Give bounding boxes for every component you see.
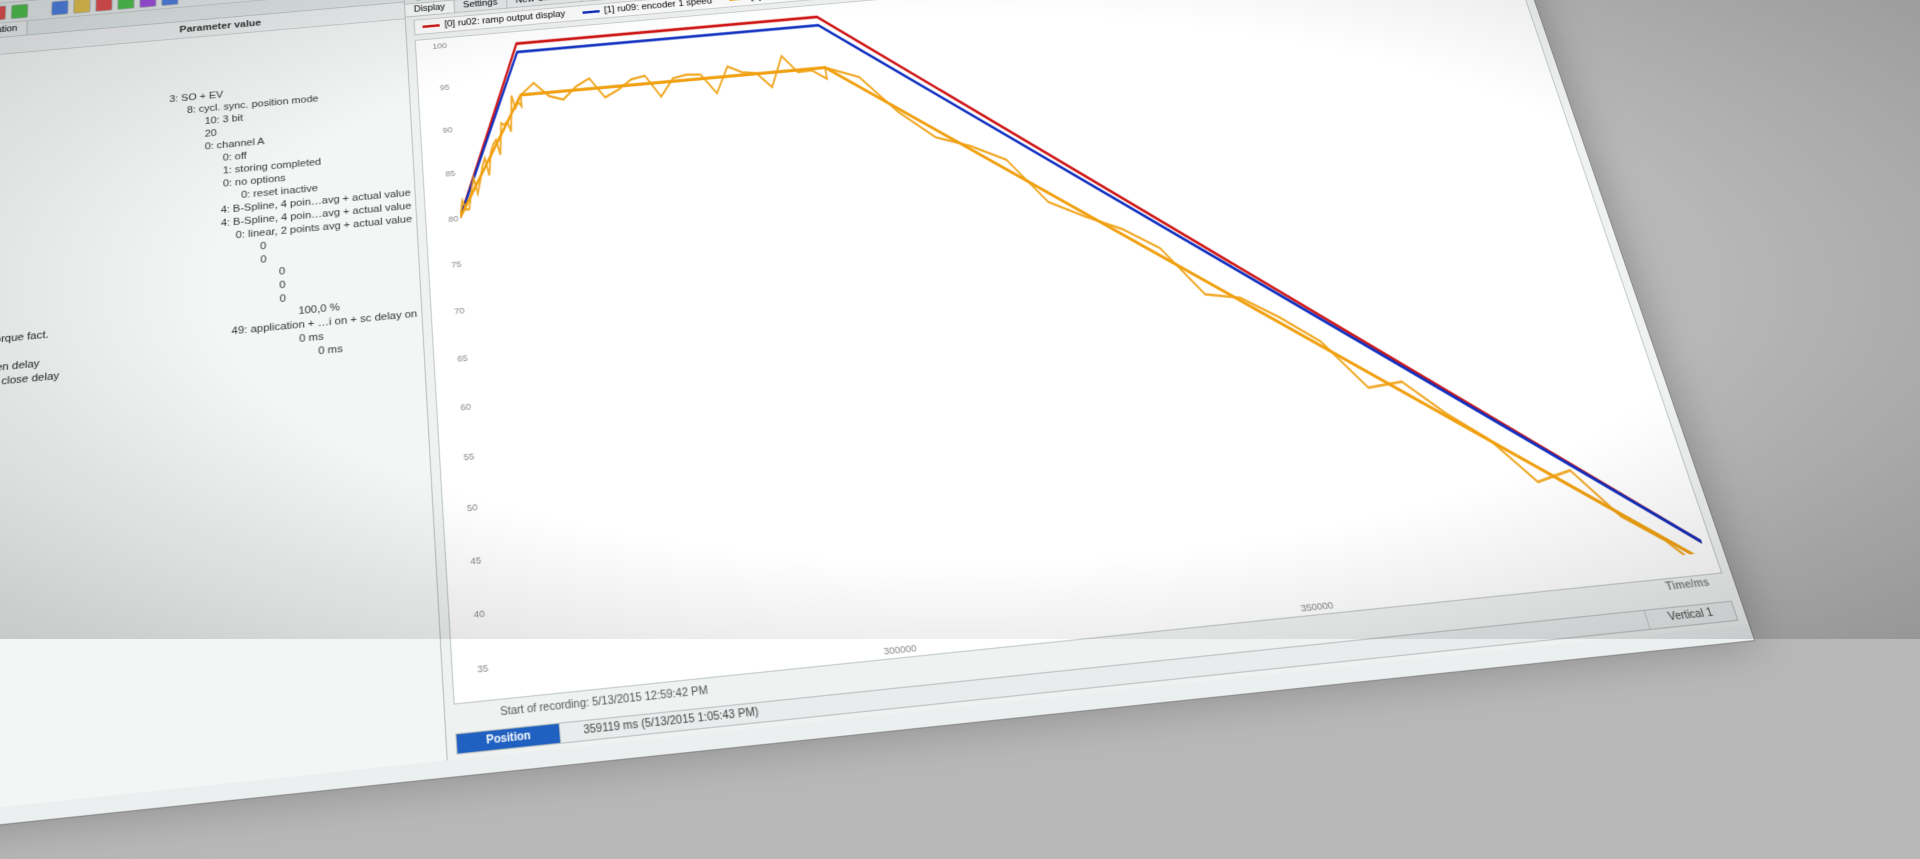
tree-value: 0 — [279, 293, 286, 306]
chart-area[interactable]: 10095908580757065605550454035 3000003500… — [415, 0, 1723, 705]
position-label[interactable]: Position — [456, 724, 560, 754]
tree-value: 0 — [260, 254, 266, 266]
legend-swatch — [729, 0, 746, 1]
chart-lines — [449, 0, 1706, 678]
legend-swatch — [582, 10, 599, 14]
legend-label: [1] ru09: encoder 1 speed — [604, 0, 713, 15]
x-label: Time/ms — [1665, 577, 1712, 593]
left-panel: Documents Online Wizards Information Par… — [0, 0, 448, 841]
toolbar-button[interactable] — [139, 0, 156, 8]
toolbar-button[interactable] — [161, 0, 178, 6]
legend-swatch — [422, 24, 439, 28]
parameter-tree[interactable]: Parameter…city mode…drive specif. contro… — [0, 19, 424, 421]
tree-value: 0: off — [223, 151, 247, 164]
toolbar-button[interactable] — [73, 0, 91, 14]
tree-value: 0 — [260, 241, 266, 253]
toolbar-button[interactable] — [0, 5, 6, 21]
legend-label: [0] ru02: ramp output display — [444, 10, 565, 29]
toolbar-button[interactable] — [11, 3, 29, 19]
right-panel: 20150513 Infeed Test with Material 2265r… — [404, 0, 1749, 760]
plot-area — [449, 0, 1706, 678]
app-window: …red for KSB Antriebstechnik: Karl E. Br… — [0, 0, 1756, 859]
tree-value: 0 — [279, 280, 286, 292]
scope-tab[interactable]: Settings — [454, 0, 507, 12]
tree-value: 20 — [205, 128, 217, 140]
tree-value: 0 ms — [299, 331, 324, 345]
tree-value: 0 — [279, 266, 286, 278]
toolbar-button[interactable] — [51, 0, 69, 16]
vertical-label: Vertical 1 — [1644, 602, 1738, 629]
tree-value: 0 ms — [318, 343, 343, 358]
toolbar-button[interactable] — [95, 0, 113, 12]
scope-icon — [412, 0, 426, 1]
toolbar-button[interactable] — [117, 0, 134, 10]
